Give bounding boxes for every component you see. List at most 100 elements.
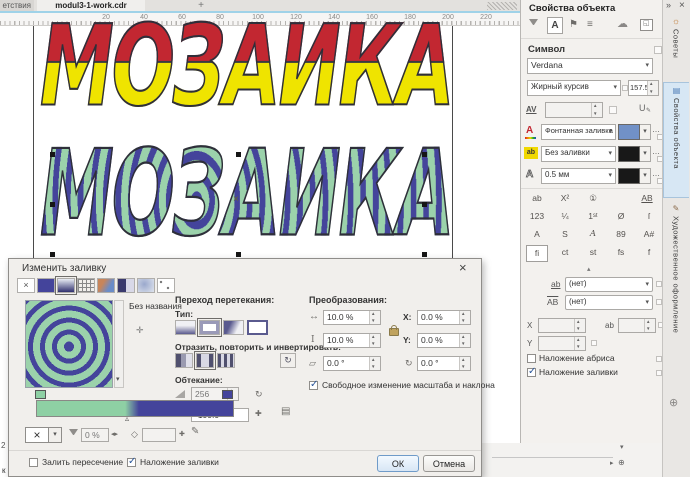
add-docker-button[interactable]: ⊕ xyxy=(669,396,678,409)
overprint-fill-dialog-checkbox[interactable] xyxy=(127,458,136,467)
frame-list-tab-icon[interactable]: ≡ xyxy=(587,19,593,30)
selection-center-mark[interactable]: × xyxy=(233,194,239,205)
opentype-feature-button[interactable]: 1ˢᵗ xyxy=(582,209,604,224)
edit-script-icon[interactable]: U xyxy=(639,103,646,114)
opentype-feature-button[interactable]: ① xyxy=(582,191,604,206)
node-position-stepper[interactable]: ✚ xyxy=(179,430,185,440)
repeat-mirror-button[interactable] xyxy=(196,353,214,368)
kerning-spinner[interactable] xyxy=(591,103,602,117)
outline-color-swatch[interactable] xyxy=(618,168,640,184)
rotate-spinner[interactable] xyxy=(459,357,470,370)
skew-spinner[interactable] xyxy=(369,357,380,370)
fountain-type-conical-button[interactable] xyxy=(223,320,244,335)
fill-height-field[interactable]: 10.0 % xyxy=(323,333,381,348)
fill-picker-dropdown-icon[interactable]: ▾ xyxy=(116,375,120,383)
strikethrough-select[interactable]: (нет) xyxy=(565,295,653,310)
fill-type-select[interactable]: Фонтанная заливка xyxy=(541,124,616,140)
cloud-sync-icon[interactable]: ☁ xyxy=(617,17,628,30)
offset-slider-handle[interactable]: ✚ xyxy=(255,409,262,419)
zoom-tool-icon[interactable]: ⊕ xyxy=(618,458,625,467)
fill-y-field[interactable]: 0.0 % xyxy=(417,333,471,348)
node-steps-icon[interactable]: ▤ xyxy=(281,407,290,417)
selection-handle-s[interactable] xyxy=(236,252,241,257)
repeat-tile-button[interactable] xyxy=(217,353,235,368)
fill-y-spinner[interactable] xyxy=(459,334,470,347)
reverse-fill-button[interactable]: ↻ xyxy=(280,353,296,368)
fill-width-field[interactable]: 10.0 % xyxy=(323,310,381,325)
x-shift-spinner[interactable] xyxy=(574,319,585,332)
cancel-button[interactable]: Отмена xyxy=(423,455,475,472)
opentype-feature-button[interactable]: S xyxy=(554,227,576,242)
steps-lock-icon[interactable]: ↻ xyxy=(255,389,263,399)
docker-close-button[interactable]: × xyxy=(679,0,685,11)
background-fill-select[interactable]: Без заливки xyxy=(541,146,616,162)
row-state-square[interactable] xyxy=(654,46,662,54)
fill-x-spinner[interactable] xyxy=(459,311,470,324)
summary-tab-icon[interactable] xyxy=(529,19,538,25)
opentype-feature-button[interactable]: 123 xyxy=(526,209,548,224)
node-color-button[interactable]: × xyxy=(25,427,49,443)
fill-type-fountain-button[interactable] xyxy=(57,278,75,293)
background-color-swatch[interactable] xyxy=(618,146,640,162)
pan-icon[interactable]: ▸ xyxy=(610,459,614,467)
opentype-feature-button[interactable]: ct xyxy=(554,245,576,262)
free-scale-checkbox[interactable] xyxy=(309,381,318,390)
font-size-spinner[interactable] xyxy=(647,81,658,95)
overprint-outline-checkbox[interactable] xyxy=(527,354,536,363)
gradient-stop-start[interactable] xyxy=(35,390,46,399)
fill-type-uniform-button[interactable] xyxy=(37,278,55,293)
opentype-feature-button[interactable]: ¼ xyxy=(554,209,576,224)
selection-handle-e[interactable] xyxy=(422,202,427,207)
selection-handle-nw[interactable] xyxy=(50,152,55,157)
fill-picker-scrollbar[interactable]: ▾ xyxy=(114,300,124,388)
aspect-lock-icon[interactable] xyxy=(389,328,399,336)
fill-x-field[interactable]: 0.0 % xyxy=(417,310,471,325)
selection-handle-sw[interactable] xyxy=(50,252,55,257)
node-transparency-field[interactable]: 0 % xyxy=(81,428,109,442)
kerning-field[interactable] xyxy=(545,102,603,118)
angle-field[interactable] xyxy=(618,318,656,333)
fill-type-texture-button[interactable] xyxy=(137,278,155,293)
docker-collapse-hatch[interactable] xyxy=(487,2,517,10)
fill-type-vector-pattern-button[interactable] xyxy=(77,278,95,293)
opentype-feature-button[interactable]: A# xyxy=(638,227,660,242)
underline-select[interactable]: (нет) xyxy=(565,277,653,292)
x-shift-field[interactable] xyxy=(538,318,586,333)
selection-handle-n[interactable] xyxy=(236,152,241,157)
node-eyedropper-icon[interactable]: ✎ xyxy=(191,427,199,437)
fill-color-swatch[interactable] xyxy=(618,124,640,140)
opentype-feature-button[interactable]: fs xyxy=(610,245,632,262)
scrollbar-arrow-icon[interactable]: ▾ xyxy=(620,443,624,451)
docker-collapse-button[interactable]: » xyxy=(666,0,671,10)
node-transparency-stepper[interactable]: ◂▸ xyxy=(111,430,118,440)
font-family-select[interactable]: Verdana xyxy=(527,58,653,74)
fill-type-postscript-button[interactable] xyxy=(157,278,175,293)
fill-preview[interactable] xyxy=(25,300,113,388)
skew-field[interactable]: 0.0 ° xyxy=(323,356,381,371)
background-color-dropdown[interactable]: ▾ xyxy=(640,146,651,162)
collapse-section-button[interactable]: ▴ xyxy=(587,265,591,273)
opentype-feature-button[interactable]: AB xyxy=(636,191,658,206)
y-shift-field[interactable] xyxy=(538,336,586,351)
fountain-type-rectangular-button[interactable] xyxy=(247,320,268,335)
gradient-preview-bar[interactable] xyxy=(36,400,234,417)
opentype-feature-button[interactable]: Ø xyxy=(610,209,632,224)
opentype-feature-button[interactable]: f xyxy=(638,245,660,262)
frame-mode-icon[interactable]: ◱ xyxy=(640,19,653,31)
node-position-field[interactable] xyxy=(142,428,176,442)
side-tab-object-properties[interactable]: ▤ Свойства объекта xyxy=(663,82,689,198)
side-tab-artistic-media[interactable]: ✎ Художественное оформление xyxy=(663,204,689,390)
selection-handle-ne[interactable] xyxy=(422,152,427,157)
h-scrollbar-track[interactable] xyxy=(492,457,613,458)
angle-spinner[interactable] xyxy=(644,319,655,332)
repeat-default-button[interactable] xyxy=(175,353,193,368)
fountain-type-linear-button[interactable] xyxy=(175,320,196,335)
rotate-field[interactable]: 0.0 ° xyxy=(417,356,471,371)
fill-winding-checkbox[interactable] xyxy=(29,458,38,467)
fill-type-two-color-button[interactable] xyxy=(117,278,135,293)
selection-handle-se[interactable] xyxy=(422,252,427,257)
outline-width-select[interactable]: 0.5 мм xyxy=(541,168,616,184)
opentype-feature-button[interactable]: ſ xyxy=(638,209,660,224)
selection-handle-w[interactable] xyxy=(50,202,55,207)
ok-button[interactable]: ОК xyxy=(377,455,419,472)
